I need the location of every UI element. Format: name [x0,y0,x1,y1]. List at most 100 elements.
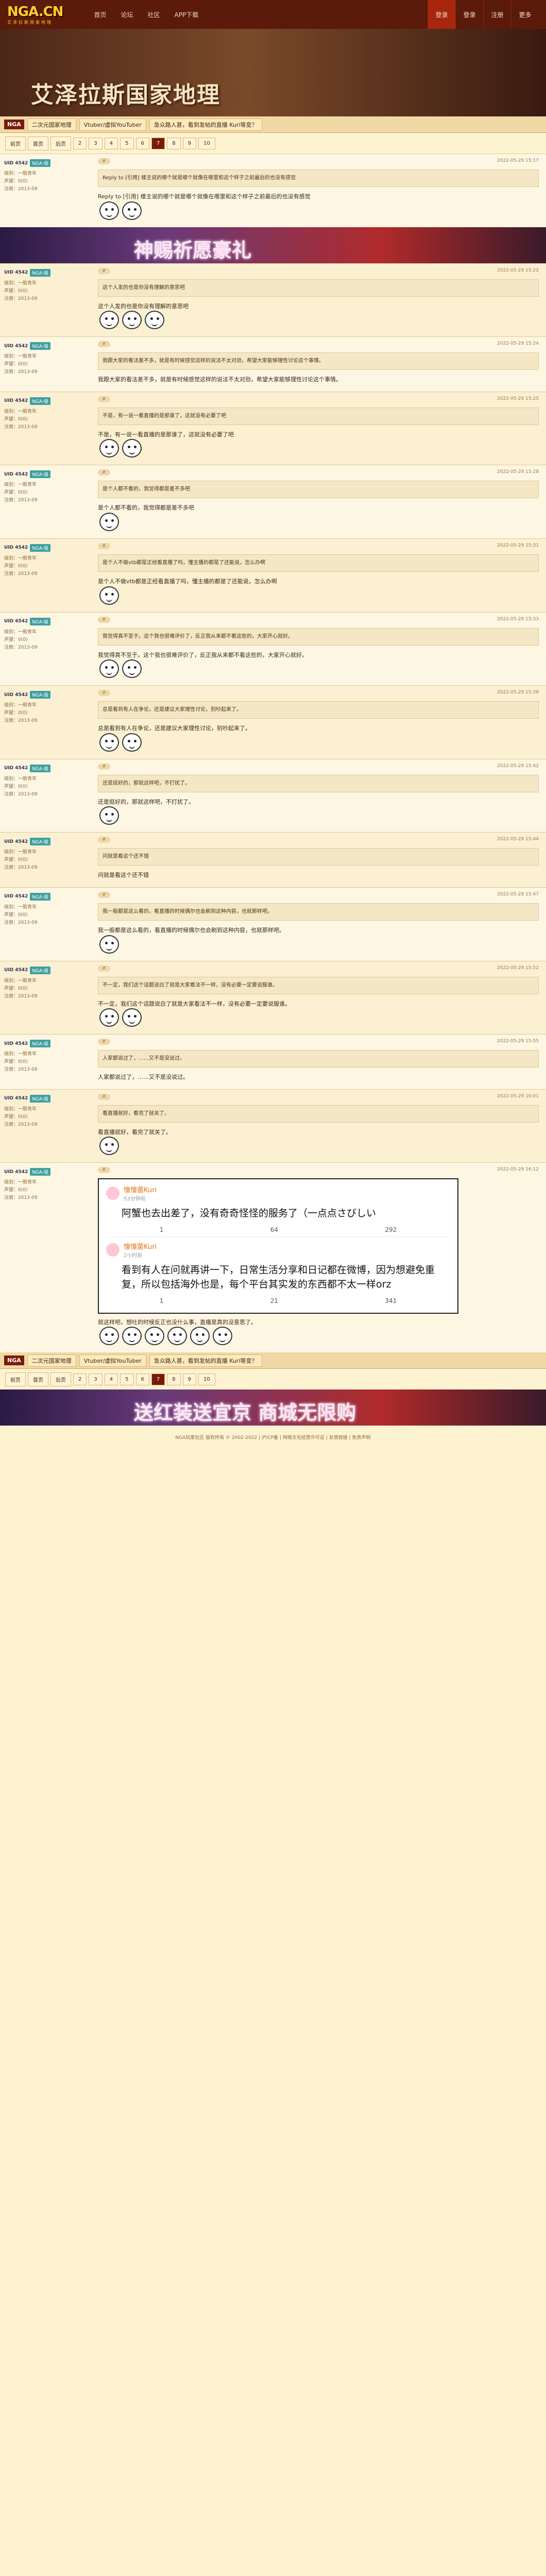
post: UID 4542 NGA·级 级别：一般青年 声望：0(0) 注册：2013-09 #20… [0,887,546,961]
page-link[interactable]: 前页 [5,136,26,150]
footer-text: NGA玩家社区 版权所有 © 2002-2022 | 沪ICP备 | 网络文化经… [175,1435,371,1441]
post: UID 4542 NGA·级 级别：一般青年 声望：0(0) 注册：2013-09 #20… [0,154,546,227]
emoji-row [98,1137,539,1156]
post: UID 4542 NGA·级 级别：一般青年 声望：0(0) 注册：2013-09 #20… [0,960,546,1035]
breadcrumb-subforum[interactable]: Vtuber/虚拟YouTuber [79,118,146,131]
breadcrumb-forum[interactable]: 二次元国家地理 [27,118,76,131]
page-link[interactable]: 3 [89,137,103,149]
breadcrumb-root[interactable]: NGA [4,120,24,129]
post-author: UID 4542 NGA·级 级别：一般青年 声望：0(0) 注册：2013-09 [0,1035,93,1089]
ad-banner[interactable]: 神赐祈愿豪礼 [0,227,546,263]
weibo-likes: 1 [159,1297,164,1304]
author-uid[interactable]: UID 4542 [4,545,28,550]
post-time: 2022-05-29 15:28 [497,469,539,475]
author-uid[interactable]: UID 4542 [4,472,28,477]
weibo-time: 53分钟前 [124,1196,146,1202]
page-link[interactable]: 7 [151,137,165,149]
author-uid[interactable]: UID 4542 [4,692,28,698]
page-link[interactable]: 9 [182,1373,196,1385]
author-uid[interactable]: UID 4542 [4,766,28,771]
author-uid[interactable]: UID 4542 [4,1096,28,1101]
post-author: UID 4542 NGA·级 级别：一般青年 声望：0(0) 注册：2013-09 [0,888,93,961]
page-link[interactable]: 4 [104,137,118,149]
author-level: 级别：一般青年 [4,629,37,635]
nav-home[interactable]: 首页 [94,10,106,19]
nav-forum[interactable]: 论坛 [121,10,133,19]
quote-text: 不一定，我们这个话题说白了就是大家看法不一样，没有必要一定要说服谁。 [103,982,278,988]
pagination-top: 前页 首页 后页 2 3 4 5 6 7 8 9 10 [0,133,546,154]
breadcrumb-subforum[interactable]: Vtuber/虚拟YouTuber [79,1354,146,1367]
author-uid[interactable]: UID 4542 [4,894,28,899]
author-badge: NGA·级 [30,397,51,405]
forum-banner: 艾泽拉斯国家地理 [0,29,546,116]
page-link[interactable]: 6 [135,1373,149,1385]
breadcrumb-thread[interactable]: 急众路人甚，看到发帖的直播 Kuri等变？ [149,1354,262,1367]
emoji-sticker-icon [99,586,119,605]
more-menu[interactable]: 更多 [511,0,539,29]
page-link[interactable]: 2 [73,137,87,149]
author-registered: 注册：2013-09 [4,296,38,301]
author-uid[interactable]: UID 4542 [4,161,28,166]
site-logo[interactable]: NGA.CN 艾泽拉斯国家地理 [7,4,63,25]
post-body: #2022-05-29 15:47 我一般都是这么看的，看直播的时候偶尔也会刷到这… [93,888,546,961]
page-link[interactable]: 6 [135,137,149,149]
post-quote: 是个人都不看的，我觉得都是差不多吧 [98,481,539,499]
page-link[interactable]: 5 [120,1373,134,1385]
page-link[interactable]: 4 [104,1373,118,1385]
author-registered: 注册：2013-09 [4,369,38,375]
page-link[interactable]: 8 [167,1373,181,1385]
author-reputation: 声望：0(0) [4,490,28,496]
page-link[interactable]: 10 [198,1373,215,1385]
author-uid[interactable]: UID 4542 [4,839,28,844]
quote-text: 我觉得真不至于。这个我也很难评价了，反正我从来都不看这些的，大家开心就好。 [103,633,293,639]
weibo-comments: 21 [270,1297,278,1304]
breadcrumb-root[interactable]: NGA [4,1355,24,1366]
nav-community[interactable]: 社区 [147,10,160,19]
page-link[interactable]: 8 [167,137,181,149]
post-body: #2022-05-29 15:24 我跟大家的看法差不多，就是有时候感觉这样的说法… [93,337,546,392]
register-link[interactable]: 注册 [483,0,511,29]
post: UID 4542 NGA·级 级别：一般青年 声望：0(0) 注册：2013-09 #20… [0,263,546,337]
author-uid[interactable]: UID 4542 [4,968,28,973]
quote-text: 还是挺好的，那就这样吧，不打扰了。 [103,780,190,786]
post-body: #2022-05-29 15:22 这个人发的也是你没有理解的意思吧 这个人发的也是… [93,264,546,337]
post-time: 2022-05-29 15:42 [497,763,539,769]
page-link[interactable]: 前页 [5,1372,26,1386]
post: UID 4542 NGA·级 级别：一般青年 声望：0(0) 注册：2013-09 #20… [0,1089,546,1163]
post-text: 看直播就好，看完了就关了。 [98,1128,172,1136]
nav-app-download[interactable]: APP下载 [174,10,198,19]
author-uid[interactable]: UID 4542 [4,270,28,275]
breadcrumb: NGA 二次元国家地理 Vtuber/虚拟YouTuber 急众路人甚，看到发帖… [0,116,546,133]
login-link[interactable]: 登录 [455,0,483,29]
page-link[interactable]: 5 [120,137,134,149]
author-level: 级别：一般青年 [4,280,37,286]
page-link[interactable]: 2 [73,1373,87,1385]
author-uid[interactable]: UID 4542 [4,344,28,349]
page-link[interactable]: 10 [198,137,215,149]
author-reputation: 声望：0(0) [4,1188,28,1193]
author-uid[interactable]: UID 4542 [4,398,28,403]
page-link[interactable]: 3 [89,1373,103,1385]
ad-banner-bottom[interactable]: 送红装送宜京 商城无限购 [0,1389,546,1426]
login-button[interactable]: 登录 [428,0,455,29]
breadcrumb-thread[interactable]: 急众路人甚，看到发帖的直播 Kuri等变？ [149,118,262,131]
post-text: 就这样吧，想吐的时候反正也没什么事，直播是真的没意思了。 [98,1318,257,1326]
page-link[interactable]: 首页 [28,136,48,150]
author-uid[interactable]: UID 4542 [4,619,28,624]
page-link[interactable]: 首页 [28,1372,48,1386]
page-link[interactable]: 后页 [50,1372,71,1386]
emoji-sticker-icon [122,659,142,679]
post-text: 我一般都是这么看的，看直播的时候偶尔也会刷到这种内容，也就那样吧。 [98,926,285,934]
post-time: 2022-05-29 15:17 [497,158,539,163]
top-right-menu: 登录 登录 注册 更多 [428,0,539,29]
author-registered: 注册：2013-09 [4,865,38,871]
breadcrumb-forum[interactable]: 二次元国家地理 [27,1354,76,1367]
author-uid[interactable]: UID 4542 [4,1041,28,1046]
page-link[interactable]: 7 [151,1373,165,1385]
page-link[interactable]: 后页 [50,136,71,150]
author-uid[interactable]: UID 4542 [4,1170,28,1175]
emoji-sticker-icon [167,1327,187,1346]
quote-text: 我跟大家的看法差不多，就是有时候感觉这样的说法不太对劲，希望大家能够理性讨论这个… [103,358,324,364]
page-link[interactable]: 9 [182,137,196,149]
post-tag: # [98,267,110,274]
